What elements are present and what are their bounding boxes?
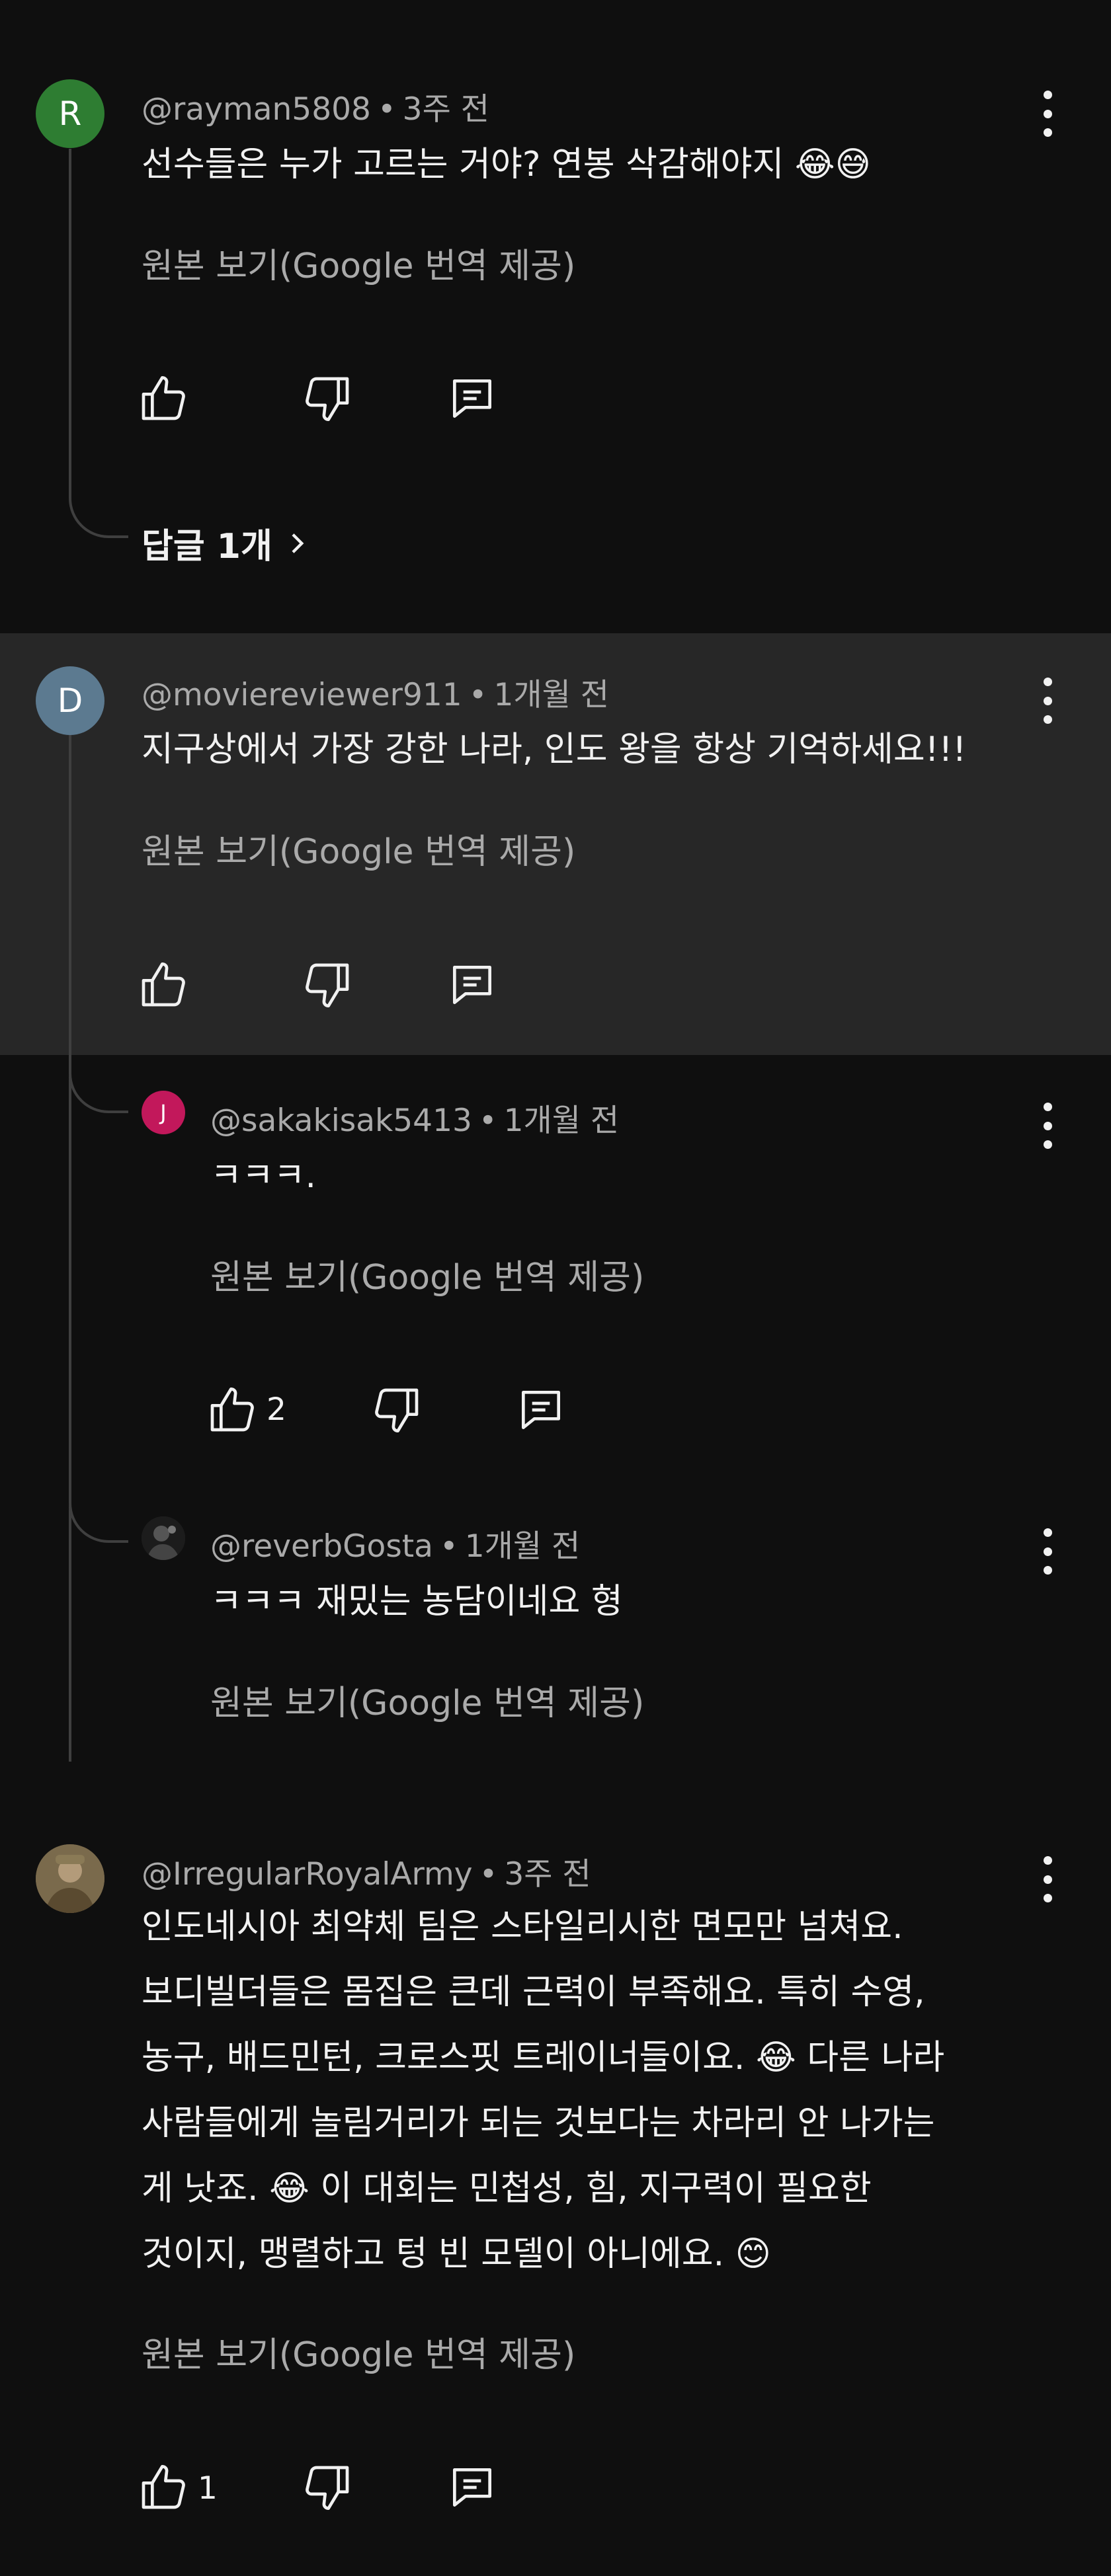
thumbs-down-icon	[306, 2466, 349, 2510]
comment-time[interactable]: 1개월 전	[493, 677, 609, 713]
avatar[interactable]: R	[36, 79, 104, 148]
avatar[interactable]: J	[142, 1091, 185, 1134]
avatar-letter: D	[57, 682, 83, 720]
thumbs-up-icon	[142, 2465, 185, 2509]
more-options-icon[interactable]	[1041, 91, 1054, 137]
comment-meta: @IrregularRoyalArmy • 3주 전	[142, 1848, 591, 1894]
comment-line: 농구, 배드민턴, 크로스핏 트레이너들이요. 😂 다른 나라	[142, 2038, 945, 2078]
comment-line: 사람들에게 놀림거리가 되는 것보다는 차라리 안 나가는	[142, 2103, 935, 2143]
thread-connector	[69, 1474, 128, 1543]
thread-connector	[69, 463, 128, 538]
comment-text: 선수들은 누가 고르는 거야? 연봉 삭감해야지 😂😅	[142, 145, 871, 184]
comment-meta: @reverbGosta • 1개월 전	[210, 1520, 580, 1566]
like-count: 2	[267, 1391, 286, 1428]
more-options-icon[interactable]	[1041, 1856, 1054, 1902]
avatar[interactable]: D	[36, 666, 104, 735]
comment-text: ㅋㅋㅋ.	[210, 1156, 317, 1196]
meta-separator: •	[377, 91, 396, 128]
like-button[interactable]	[206, 1384, 259, 1436]
view-replies-button[interactable]: 답글 1개	[142, 518, 309, 568]
profile-photo-icon	[142, 1516, 185, 1560]
comment-meta: @sakakisak5413 • 1개월 전	[210, 1095, 619, 1140]
reply-button[interactable]	[446, 372, 499, 425]
thumbs-down-icon	[306, 963, 349, 1007]
reply-button[interactable]	[514, 1384, 567, 1436]
more-options-icon[interactable]	[1041, 1103, 1054, 1149]
thumbs-up-icon	[142, 376, 185, 420]
dislike-button[interactable]	[301, 372, 354, 425]
comment-author[interactable]: @reverbGosta	[210, 1528, 433, 1565]
more-options-icon[interactable]	[1041, 1528, 1054, 1575]
dislike-button[interactable]	[370, 1384, 423, 1436]
like-button[interactable]	[137, 372, 190, 425]
comment-line: 것이지, 맹렬하고 텅 빈 모델이 아니에요. 😊	[142, 2234, 771, 2274]
dislike-button[interactable]	[301, 2461, 354, 2514]
more-options-icon[interactable]	[1041, 678, 1054, 724]
profile-photo-icon	[36, 1844, 104, 1913]
comment-time[interactable]: 3주 전	[403, 91, 489, 128]
comment-time[interactable]: 1개월 전	[465, 1528, 581, 1565]
avatar[interactable]	[36, 1844, 104, 1913]
meta-separator: •	[478, 1103, 497, 1139]
replies-label: 답글 1개	[142, 527, 272, 566]
comment-text: 인도네시아 최약체 팀은 스타일리시한 면모만 넘쳐요. 보디빌더들은 몸집은 …	[142, 1894, 944, 2287]
thread-connector	[69, 1031, 128, 1113]
view-original-link[interactable]: 원본 보기(Google 번역 제공)	[142, 2327, 575, 2376]
reply-icon	[453, 379, 491, 418]
reply-button[interactable]	[446, 2461, 499, 2514]
comment-author[interactable]: @sakakisak5413	[210, 1103, 472, 1139]
view-original-link[interactable]: 원본 보기(Google 번역 제공)	[142, 824, 575, 873]
avatar-letter: R	[58, 95, 82, 133]
meta-separator: •	[440, 1528, 458, 1565]
like-button[interactable]	[137, 958, 190, 1011]
comment-author[interactable]: @IrregularRoyalArmy	[142, 1856, 473, 1893]
reply-icon	[522, 1391, 560, 1429]
thread-line	[69, 149, 71, 479]
comment-meta: @rayman5808 • 3주 전	[142, 83, 489, 129]
comment-author[interactable]: @moviereviewer911	[142, 677, 462, 713]
thread-line	[69, 734, 71, 1762]
thumbs-down-icon	[306, 377, 349, 421]
reply-icon	[453, 966, 491, 1004]
thumbs-down-icon	[375, 1388, 419, 1432]
avatar[interactable]	[142, 1516, 185, 1560]
comment-line: 게 낫죠. 😂 이 대회는 민첩성, 힘, 지구력이 필요한	[142, 2169, 872, 2208]
thumbs-up-icon	[210, 1387, 254, 1432]
comment-meta: @moviereviewer911 • 1개월 전	[142, 669, 609, 715]
comment-line: 인도네시아 최약체 팀은 스타일리시한 면모만 넘쳐요.	[142, 1907, 903, 1947]
comment-time[interactable]: 3주 전	[504, 1856, 591, 1893]
comment-time[interactable]: 1개월 전	[504, 1103, 620, 1139]
view-original-link[interactable]: 원본 보기(Google 번역 제공)	[210, 1675, 644, 1725]
meta-separator: •	[468, 677, 487, 713]
avatar-letter: J	[160, 1100, 167, 1125]
reply-icon	[453, 2468, 491, 2507]
comment-text: ㅋㅋㅋ 재밌는 농담이네요 형	[210, 1582, 623, 1621]
chevron-right-icon	[292, 533, 304, 553]
reply-button[interactable]	[446, 958, 499, 1011]
meta-separator: •	[479, 1856, 498, 1893]
dislike-button[interactable]	[301, 958, 354, 1011]
like-button[interactable]	[137, 2461, 190, 2514]
like-count: 1	[198, 2470, 218, 2507]
thumbs-up-icon	[142, 962, 185, 1007]
comment-text: 지구상에서 가장 강한 나라, 인도 왕을 항상 기억하세요!!!	[142, 730, 967, 769]
view-original-link[interactable]: 원본 보기(Google 번역 제공)	[210, 1249, 644, 1299]
view-original-link[interactable]: 원본 보기(Google 번역 제공)	[142, 238, 575, 288]
comment-line: 보디빌더들은 몸집은 큰데 근력이 부족해요. 특히 수영,	[142, 1972, 925, 2012]
comment-author[interactable]: @rayman5808	[142, 91, 371, 128]
